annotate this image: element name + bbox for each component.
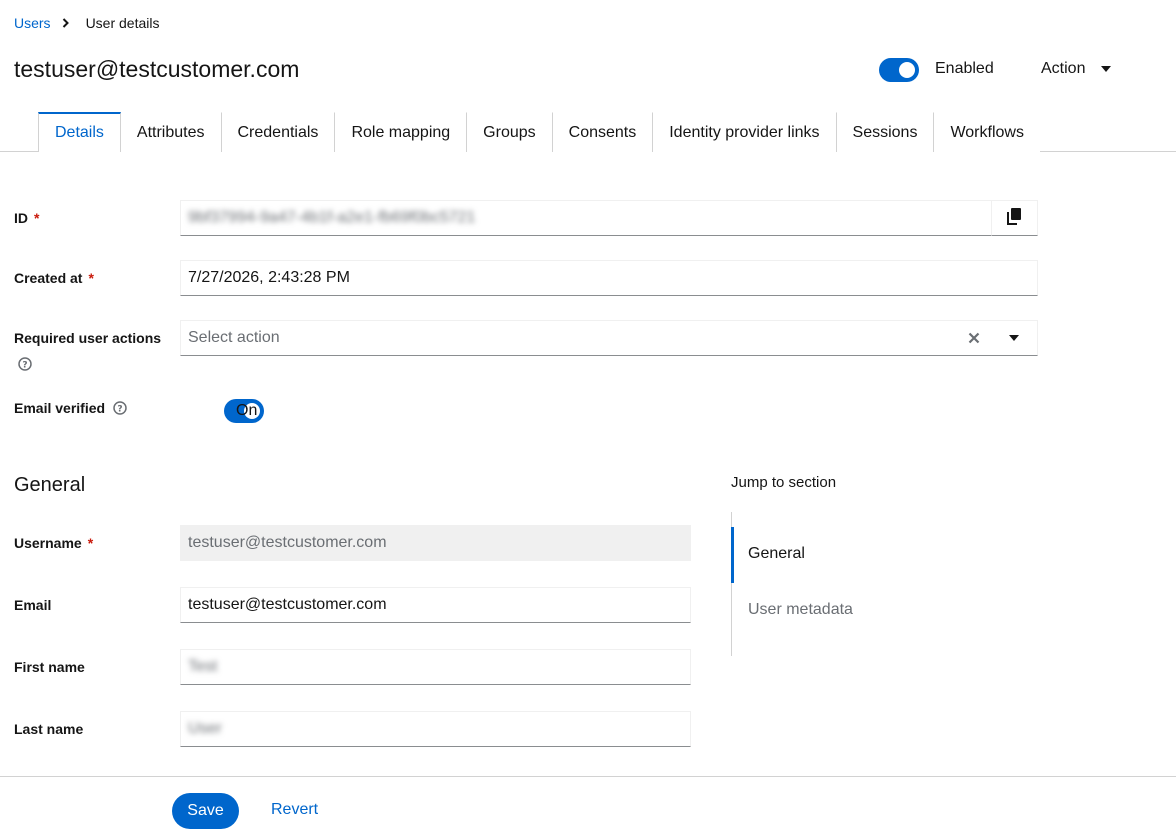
required-marker: * xyxy=(87,535,94,551)
id-label: ID * xyxy=(14,210,39,226)
tab-credentials[interactable]: Credentials xyxy=(221,112,336,152)
caret-down-icon[interactable] xyxy=(1002,320,1026,356)
id-value: 9bf37994-9a47-4b1f-a2e1-fb69f0bc5721 xyxy=(188,209,476,226)
jump-links-active-indicator xyxy=(731,527,734,583)
last-name-value: User xyxy=(188,720,222,737)
required-marker: * xyxy=(34,210,40,226)
username-field: testuser@testcustomer.com xyxy=(180,525,691,561)
action-dropdown-label: Action xyxy=(1041,60,1086,77)
id-label-text: ID xyxy=(14,210,28,226)
tab-workflows[interactable]: Workflows xyxy=(934,112,1040,152)
help-icon[interactable]: ? xyxy=(113,401,127,415)
username-label-text: Username xyxy=(14,535,82,551)
copy-id-button[interactable] xyxy=(991,200,1038,236)
required-actions-select[interactable]: Select action xyxy=(180,320,1038,356)
chevron-right-icon xyxy=(62,18,70,28)
required-marker: * xyxy=(88,270,94,286)
last-name-label: Last name xyxy=(14,721,84,737)
enabled-toggle-label: Enabled xyxy=(935,60,994,77)
tab-sessions[interactable]: Sessions xyxy=(836,112,935,152)
footer-divider xyxy=(0,776,1176,777)
enabled-toggle[interactable] xyxy=(879,58,919,82)
required-actions-label: Required user actions xyxy=(14,330,162,346)
help-icon[interactable]: ? xyxy=(18,357,32,371)
breadcrumb-current: User details xyxy=(85,15,160,31)
last-name-field[interactable]: User xyxy=(180,711,691,747)
clear-icon[interactable] xyxy=(962,320,986,356)
email-label: Email xyxy=(14,597,52,613)
username-label: Username * xyxy=(14,535,93,551)
general-section-title: General xyxy=(14,474,86,496)
breadcrumb-users-link[interactable]: Users xyxy=(14,15,51,31)
revert-button[interactable]: Revert xyxy=(271,801,318,819)
tab-consents[interactable]: Consents xyxy=(552,112,654,152)
created-at-field[interactable]: 7/27/2026, 2:43:28 PM xyxy=(180,260,1038,296)
first-name-value: Test xyxy=(188,658,218,675)
created-at-label: Created at * xyxy=(14,270,94,286)
first-name-field[interactable]: Test xyxy=(180,649,691,685)
save-button[interactable]: Save xyxy=(172,793,239,829)
page-title: testuser@testcustomer.com xyxy=(14,56,300,82)
email-verified-state: On xyxy=(236,402,258,419)
email-verified-label-text: Email verified xyxy=(14,400,106,416)
svg-text:?: ? xyxy=(22,361,27,371)
id-field[interactable]: 9bf37994-9a47-4b1f-a2e1-fb69f0bc5721 xyxy=(180,200,992,236)
tab-bar: Details Attributes Credentials Role mapp… xyxy=(0,112,1176,153)
jump-link-user-metadata[interactable]: User metadata xyxy=(748,601,853,619)
tab-details[interactable]: Details xyxy=(38,112,121,153)
jump-link-general[interactable]: General xyxy=(748,545,805,563)
svg-text:?: ? xyxy=(117,405,122,415)
first-name-label: First name xyxy=(14,659,85,675)
tab-attributes[interactable]: Attributes xyxy=(120,112,222,152)
email-field[interactable]: testuser@testcustomer.com xyxy=(180,587,691,623)
copy-icon xyxy=(1007,207,1022,229)
breadcrumb: Users User details xyxy=(14,15,159,31)
tab-groups[interactable]: Groups xyxy=(467,112,553,152)
caret-down-icon xyxy=(1101,66,1112,72)
created-at-label-text: Created at xyxy=(14,270,83,286)
email-verified-label: Email verified ? xyxy=(14,400,127,416)
tab-role-mapping[interactable]: Role mapping xyxy=(335,112,468,152)
tab-identity-provider-links[interactable]: Identity provider links xyxy=(653,112,837,152)
action-dropdown[interactable]: Action xyxy=(1041,60,1112,78)
jump-to-section-title: Jump to section xyxy=(731,474,837,491)
